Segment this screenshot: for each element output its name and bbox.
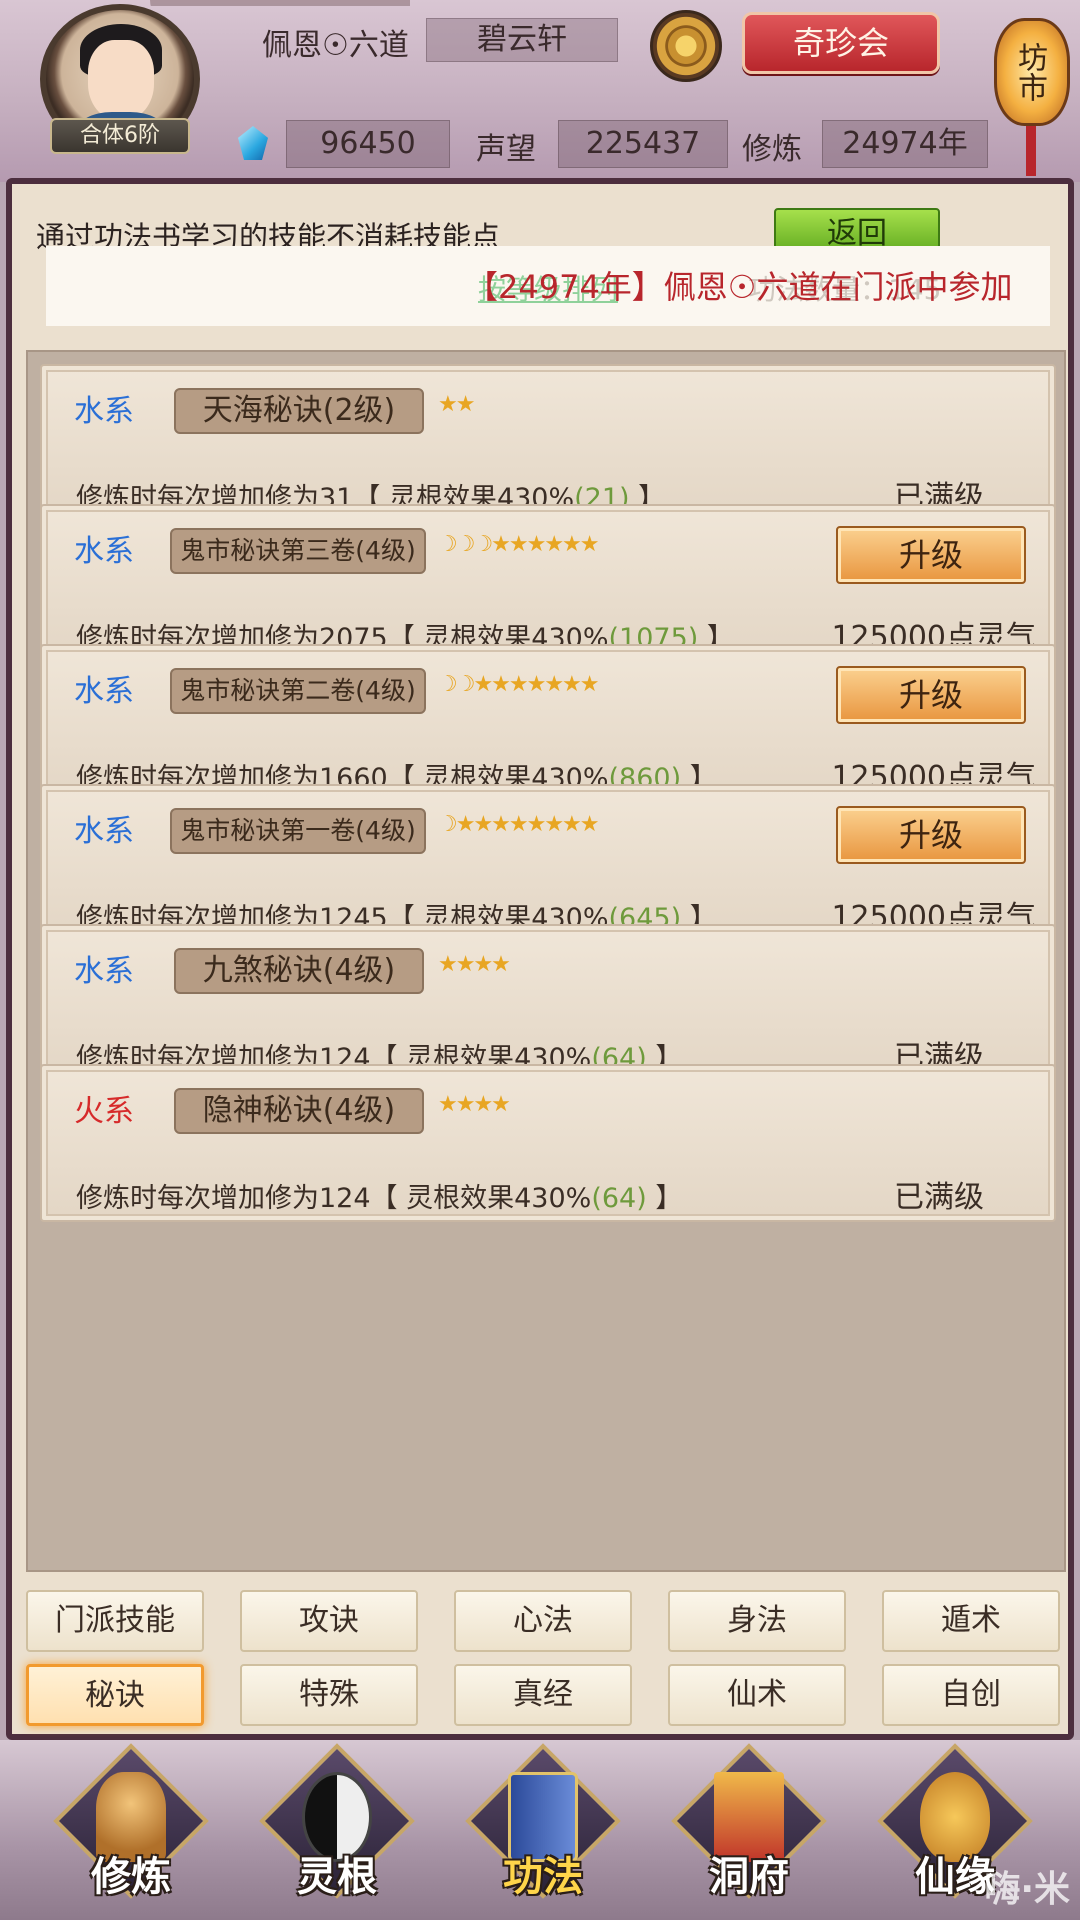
rank-stars: ★★★★ bbox=[438, 1092, 511, 1117]
nav-label: 灵根 bbox=[297, 1854, 377, 1900]
effect-text: 修炼时每次增加修为124【 灵根效果430% bbox=[76, 1183, 592, 1214]
skill-card: 水系 九煞秘诀(4级) ★★★★ 修炼时每次增加修为124【 灵根效果430%(… bbox=[40, 924, 1056, 1082]
cultivation-label: 修炼 bbox=[742, 132, 802, 167]
tab-scripture[interactable]: 真经 bbox=[454, 1664, 632, 1726]
effect-bonus: (64) bbox=[591, 1183, 647, 1214]
tab-escape[interactable]: 遁术 bbox=[882, 1590, 1060, 1652]
upgrade-button[interactable]: 升级 bbox=[836, 806, 1026, 864]
player-name: 佩恩☉六道 bbox=[262, 28, 409, 63]
rank-stars: ★★ bbox=[438, 392, 475, 417]
cultivation-years: 24974年 bbox=[822, 120, 988, 168]
ticker-message: 【24974年】佩恩☉六道在门派中参加 bbox=[466, 268, 1013, 306]
upgrade-button[interactable]: 升级 bbox=[836, 526, 1026, 584]
upgrade-button[interactable]: 升级 bbox=[836, 666, 1026, 724]
gem-count: 96450 bbox=[286, 120, 450, 168]
element-label: 水系 bbox=[74, 394, 134, 429]
watermark: 嗨·米 bbox=[984, 1869, 1070, 1910]
skill-effect: 修炼时每次增加修为124【 灵根效果430%(64) 】 bbox=[76, 1176, 682, 1215]
element-label: 水系 bbox=[74, 674, 134, 709]
rank-stars: ☽☽★★★★★★★ bbox=[438, 672, 600, 697]
rank-stars: ☽☽☽★★★★★★ bbox=[438, 532, 600, 557]
bottom-nav: 修炼 灵根 功法 洞府 仙缘 嗨·米 bbox=[0, 1740, 1080, 1920]
treasure-fair-button[interactable]: 奇珍会 bbox=[742, 12, 940, 74]
gear-icon[interactable] bbox=[650, 10, 722, 82]
skill-name: 鬼市秘诀第二卷(4级) bbox=[170, 668, 426, 714]
tab-attack[interactable]: 攻诀 bbox=[240, 1590, 418, 1652]
lantern-icon: 坊市 bbox=[994, 18, 1070, 126]
tab-secret[interactable]: 秘诀 bbox=[26, 1664, 204, 1726]
skill-list[interactable]: 水系 天海秘诀(2级) ★★ 修炼时每次增加修为31【 灵根效果430%(21)… bbox=[26, 350, 1066, 1572]
reputation-value: 225437 bbox=[558, 120, 728, 168]
skill-card: 水系 鬼市秘诀第三卷(4级) ☽☽☽★★★★★★ 升级 修炼时每次增加修为207… bbox=[40, 504, 1056, 662]
element-label: 水系 bbox=[74, 534, 134, 569]
effect-tail: 】 bbox=[646, 1183, 683, 1214]
tab-movement[interactable]: 身法 bbox=[668, 1590, 846, 1652]
tab-mind[interactable]: 心法 bbox=[454, 1590, 632, 1652]
skill-card: 水系 鬼市秘诀第一卷(4级) ☽★★★★★★★★ 升级 修炼时每次增加修为124… bbox=[40, 784, 1056, 942]
nav-spirit-root[interactable]: 灵根 bbox=[259, 1743, 415, 1908]
skill-name: 鬼市秘诀第三卷(4级) bbox=[170, 528, 426, 574]
tab-self-created[interactable]: 自创 bbox=[882, 1664, 1060, 1726]
market-lantern-button[interactable]: 坊市 bbox=[990, 0, 1076, 176]
nav-label: 洞府 bbox=[709, 1854, 789, 1900]
nav-cultivate[interactable]: 修炼 bbox=[53, 1743, 209, 1908]
skill-name: 天海秘诀(2级) bbox=[174, 388, 424, 434]
skill-name: 鬼市秘诀第一卷(4级) bbox=[170, 808, 426, 854]
element-label: 水系 bbox=[74, 814, 134, 849]
nav-techniques[interactable]: 功法 bbox=[465, 1743, 621, 1908]
lantern-tassel bbox=[1026, 126, 1036, 176]
nav-cave-dwelling[interactable]: 洞府 bbox=[671, 1743, 827, 1908]
nav-label: 功法 bbox=[503, 1854, 583, 1900]
spirit-gem-icon bbox=[238, 126, 268, 160]
element-label: 火系 bbox=[74, 1094, 134, 1129]
nav-label: 修炼 bbox=[91, 1854, 171, 1900]
tab-special[interactable]: 特殊 bbox=[240, 1664, 418, 1726]
rank-stars: ★★★★ bbox=[438, 952, 511, 977]
skill-name: 九煞秘诀(4级) bbox=[174, 948, 424, 994]
tab-sect-skills[interactable]: 门派技能 bbox=[26, 1590, 204, 1652]
avatar-face bbox=[88, 40, 154, 120]
realm-badge: 合体6阶 bbox=[50, 118, 190, 154]
skill-card: 水系 鬼市秘诀第二卷(4级) ☽☽★★★★★★★ 升级 修炼时每次增加修为166… bbox=[40, 644, 1056, 802]
skills-panel: 通过功法书学习的技能不消耗技能点 返回 按等级排列 功法数量：145 【2497… bbox=[6, 178, 1074, 1740]
skill-card: 火系 隐神秘诀(4级) ★★★★ 修炼时每次增加修为124【 灵根效果430%(… bbox=[40, 1064, 1056, 1222]
rank-stars: ☽★★★★★★★★ bbox=[438, 812, 600, 837]
skill-name: 隐神秘诀(4级) bbox=[174, 1088, 424, 1134]
max-level-status: 已满级 bbox=[894, 1180, 984, 1215]
tab-immortal-arts[interactable]: 仙术 bbox=[668, 1664, 846, 1726]
sect-name: 碧云轩 bbox=[426, 18, 618, 62]
reputation-label: 声望 bbox=[476, 132, 536, 167]
top-header: 合体6阶 佩恩☉六道 碧云轩 奇珍会 坊市 96450 声望 225437 修炼… bbox=[0, 0, 1080, 182]
skill-card: 水系 天海秘诀(2级) ★★ 修炼时每次增加修为31【 灵根效果430%(21)… bbox=[40, 364, 1056, 522]
ticker-bar: 按等级排列 功法数量：145 【24974年】佩恩☉六道在门派中参加 bbox=[46, 246, 1050, 326]
element-label: 水系 bbox=[74, 954, 134, 989]
